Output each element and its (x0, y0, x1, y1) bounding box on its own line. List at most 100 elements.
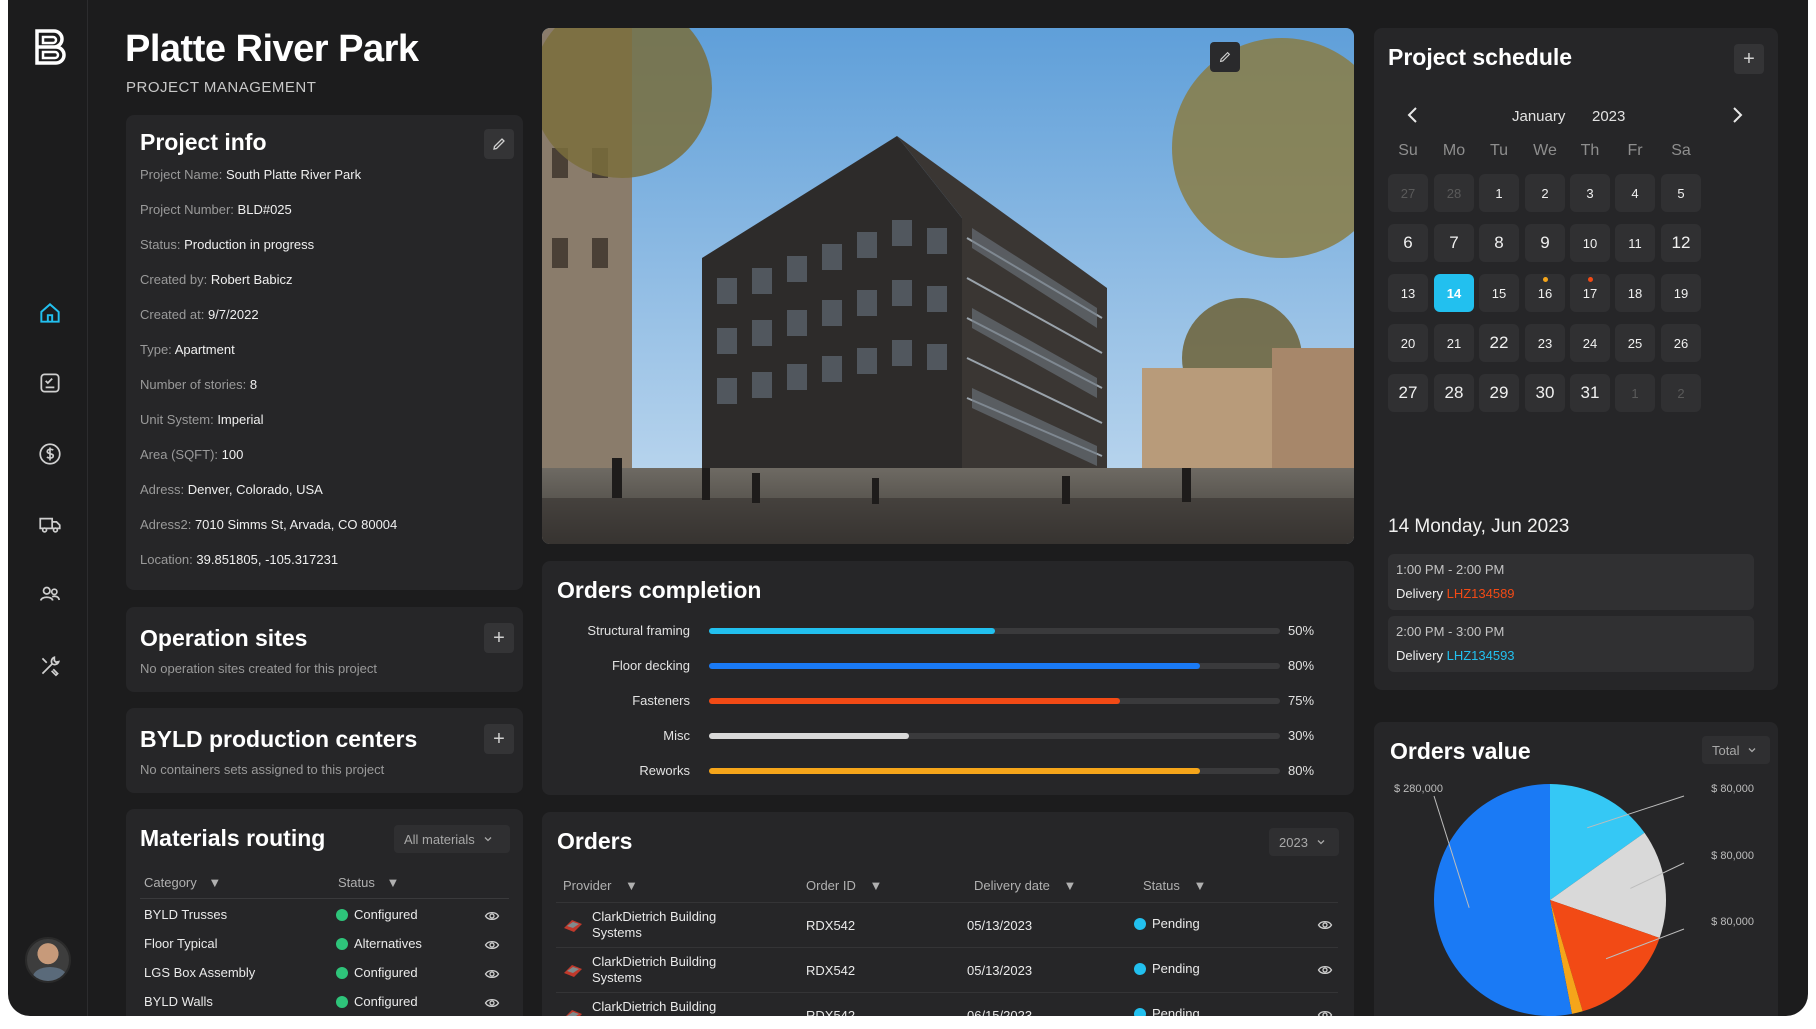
view-icon[interactable] (1317, 1007, 1333, 1016)
edit-image-button[interactable] (1210, 42, 1240, 72)
calendar-day[interactable]: 26 (1661, 324, 1701, 362)
project-info-row: Number of stories: 8 (140, 377, 257, 392)
calendar-day[interactable]: 21 (1434, 324, 1474, 362)
calendar-day[interactable]: 12 (1661, 224, 1701, 262)
truck-icon[interactable] (34, 508, 66, 540)
calendar-day[interactable]: 11 (1615, 224, 1655, 262)
order-row[interactable]: ClarkDietrich Building Systems RDX542 05/13… (556, 947, 1338, 992)
event-description: Delivery LHZ134589 (1396, 586, 1515, 601)
tasks-icon[interactable] (34, 367, 66, 399)
calendar-day[interactable]: 19 (1661, 274, 1701, 312)
logo-icon[interactable] (32, 28, 68, 66)
provider-column-header[interactable]: Provider ▼ (563, 878, 638, 893)
delivery-date-column-header[interactable]: Delivery date ▼ (974, 878, 1076, 893)
info-label: Type: (140, 342, 172, 357)
calendar-day[interactable]: 8 (1479, 224, 1519, 262)
material-status: Configured (336, 907, 418, 922)
orders-year-dropdown[interactable]: 2023 (1269, 828, 1339, 856)
materials-row[interactable]: LGS Box Assembly Configured (126, 959, 523, 988)
calendar-day[interactable]: 1 (1615, 374, 1655, 412)
add-production-center-button[interactable]: + (484, 724, 514, 754)
calendar-day[interactable]: 25 (1615, 324, 1655, 362)
calendar-day[interactable]: 29 (1479, 374, 1519, 412)
calendar-day[interactable]: 28 (1434, 374, 1474, 412)
previous-month-button[interactable] (1402, 104, 1424, 126)
view-icon[interactable] (1317, 962, 1333, 981)
calendar-day[interactable]: 6 (1388, 224, 1428, 262)
order-provider: ClarkDietrich Building Systems (592, 909, 716, 941)
calendar-day[interactable]: 9 (1525, 224, 1565, 262)
category-column-header[interactable]: Category ▼ (144, 875, 221, 890)
edit-project-button[interactable] (484, 129, 514, 159)
tools-icon[interactable] (34, 650, 66, 682)
view-icon[interactable] (484, 995, 500, 1014)
calendar-day-number: 28 (1446, 185, 1462, 201)
calendar-day[interactable]: 31 (1570, 374, 1610, 412)
project-info-row: Status: Production in progress (140, 237, 314, 252)
view-icon[interactable] (1317, 917, 1333, 936)
add-operation-site-button[interactable]: + (484, 623, 514, 653)
calendar-year[interactable]: 2023 (1592, 108, 1625, 125)
view-icon[interactable] (484, 908, 500, 927)
production-centers-empty: No containers sets assigned to this proj… (140, 762, 385, 777)
calendar-day[interactable]: 5 (1661, 174, 1701, 212)
next-month-button[interactable] (1726, 104, 1748, 126)
calendar-day[interactable]: 14 (1434, 274, 1474, 312)
order-status: Pending (1134, 916, 1200, 931)
calendar-day[interactable]: 10 (1570, 224, 1610, 262)
order-row[interactable]: ClarkDietrich Building Systems RDX542 05/13… (556, 902, 1338, 947)
home-icon[interactable] (34, 297, 66, 329)
calendar-day[interactable]: 27 (1388, 374, 1428, 412)
calendar-day[interactable]: 22 (1479, 324, 1519, 362)
info-value: Denver, Colorado, USA (187, 482, 323, 497)
add-schedule-event-button[interactable]: + (1734, 44, 1764, 74)
calendar-month[interactable]: January (1512, 108, 1565, 125)
calendar-day[interactable]: 15 (1479, 274, 1519, 312)
calendar-day[interactable]: 24 (1570, 324, 1610, 362)
calendar-day-number: 7 (1449, 233, 1459, 252)
view-icon[interactable] (484, 937, 500, 956)
status-column-header[interactable]: Status ▼ (1143, 878, 1206, 893)
info-label: Unit System: (140, 412, 214, 427)
project-info-title: Project info (140, 129, 267, 155)
calendar-day[interactable]: 2 (1525, 174, 1565, 212)
materials-row[interactable]: BYLD Walls Configured (126, 988, 523, 1016)
schedule-event[interactable]: 1:00 PM - 2:00 PM Delivery LHZ134589 (1388, 554, 1754, 610)
completion-value: 80% (1288, 658, 1315, 673)
users-icon[interactable] (34, 578, 66, 610)
calendar-day[interactable]: 18 (1615, 274, 1655, 312)
calendar-day[interactable]: 28 (1434, 174, 1474, 212)
calendar-day[interactable]: 7 (1434, 224, 1474, 262)
info-value: 39.851805, -105.317231 (196, 552, 339, 567)
calendar-day[interactable]: 23 (1525, 324, 1565, 362)
material-status-label: Alternatives (354, 936, 422, 951)
calendar-day[interactable]: 30 (1525, 374, 1565, 412)
calendar-day[interactable]: 1 (1479, 174, 1519, 212)
event-code[interactable]: LHZ134589 (1447, 586, 1515, 601)
dollar-icon[interactable] (34, 438, 66, 470)
completion-value: 30% (1288, 728, 1315, 743)
app-window: Platte River Park PROJECT MANAGEMENT Pro… (8, 0, 1808, 1016)
order-row[interactable]: ClarkDietrich Building RDX542 06/15/2023 Pe… (556, 992, 1338, 1016)
calendar-day-number: 25 (1627, 335, 1643, 351)
order-id-column-header[interactable]: Order ID ▼ (806, 878, 882, 893)
event-code[interactable]: LHZ134593 (1447, 648, 1515, 663)
schedule-event[interactable]: 2:00 PM - 3:00 PM Delivery LHZ134593 (1388, 616, 1754, 672)
status-column-header[interactable]: Status ▼ (338, 875, 399, 890)
view-icon[interactable] (484, 966, 500, 985)
materials-row[interactable]: BYLD Trusses Configured (126, 901, 523, 930)
pencil-icon (493, 138, 505, 150)
calendar-day[interactable]: 4 (1615, 174, 1655, 212)
calendar-day[interactable]: 27 (1388, 174, 1428, 212)
status-dot (336, 995, 348, 1008)
chevron-left-icon (1407, 107, 1417, 123)
materials-row[interactable]: Floor Typical Alternatives (126, 930, 523, 959)
materials-filter-dropdown[interactable]: All materials (394, 825, 510, 853)
calendar-day[interactable]: 20 (1388, 324, 1428, 362)
calendar-day[interactable]: 16 (1525, 274, 1565, 312)
calendar-day[interactable]: 3 (1570, 174, 1610, 212)
calendar-day[interactable]: 17 (1570, 274, 1610, 312)
calendar-day[interactable]: 2 (1661, 374, 1701, 412)
calendar-day[interactable]: 13 (1388, 274, 1428, 312)
user-avatar[interactable] (25, 937, 71, 983)
